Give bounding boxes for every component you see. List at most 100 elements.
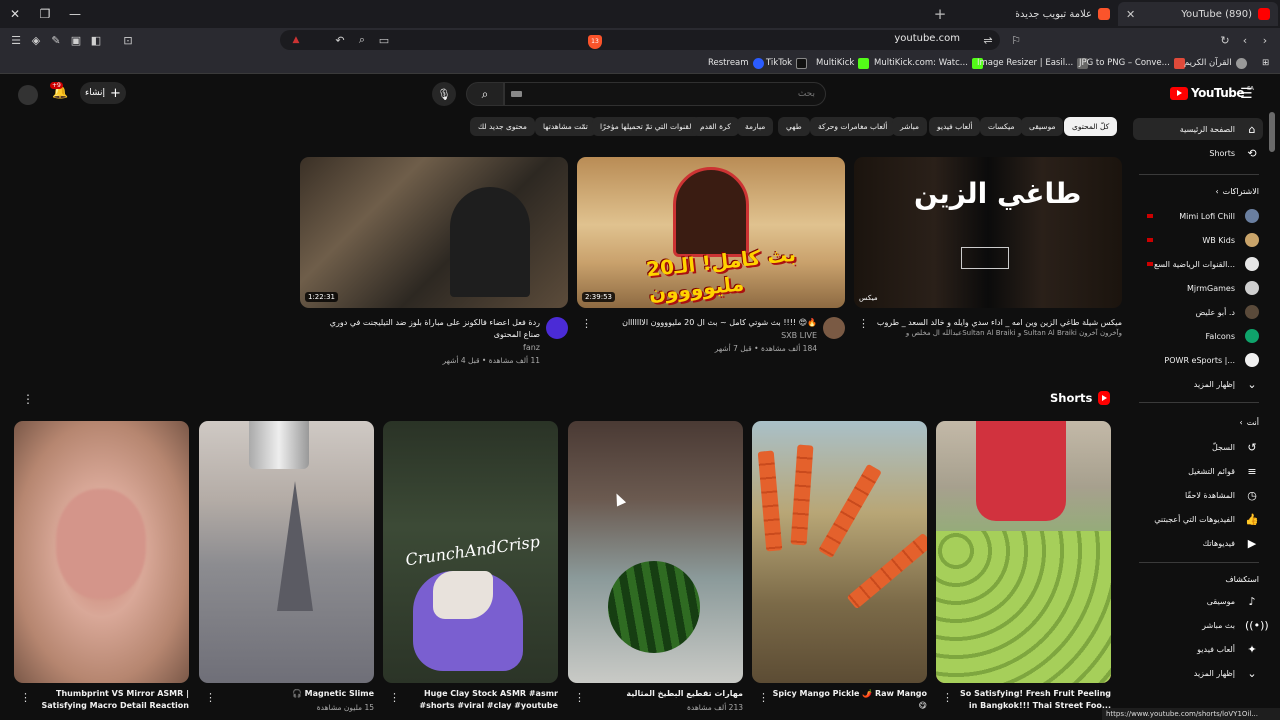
shorts-more-options-icon[interactable]: ⋮ bbox=[22, 392, 34, 406]
short-thumbnail[interactable] bbox=[936, 421, 1111, 683]
short-thumbnail[interactable] bbox=[752, 421, 927, 683]
short-title[interactable]: Huge Clay Stock ASMR #asmr #shorts #vira… bbox=[403, 688, 558, 712]
bookmark-image-resizer[interactable]: Image Resizer | Easil... bbox=[977, 56, 1089, 70]
new-tab-button[interactable]: + bbox=[930, 4, 950, 24]
voice-search-mic-icon[interactable]: 🎙 bbox=[432, 82, 456, 106]
short-card[interactable]: ⋮ So Satisfying! Fresh Fruit Peeling in … bbox=[936, 421, 1111, 720]
share-icon[interactable]: ↶ bbox=[332, 32, 348, 48]
bookmark-tiktok[interactable]: TikTok bbox=[766, 56, 808, 70]
guide-menu-icon[interactable]: ☰ bbox=[1240, 86, 1253, 102]
more-options-icon[interactable]: ⋮ bbox=[20, 691, 31, 704]
bookmark-multikick-watch[interactable]: MultiKick.com: Watc... bbox=[874, 56, 983, 70]
screenshot-icon[interactable]: ⊡ bbox=[120, 32, 136, 48]
sidebar-item-your-videos[interactable]: فيديوهاتك ▶ bbox=[1133, 532, 1263, 554]
more-options-icon[interactable]: ⋮ bbox=[758, 691, 769, 704]
chip-mixes[interactable]: ميكسات bbox=[980, 117, 1023, 136]
video-channel[interactable]: عبدالله ال مخلص وSultan Al Braiki و Sult… bbox=[860, 329, 1122, 337]
tab-youtube[interactable]: (890) YouTube ✕ bbox=[1118, 2, 1278, 26]
video-thumbnail[interactable]: بث كامل! الـ20 مليوووون 2:39:53 bbox=[577, 157, 845, 308]
tab-new-tab[interactable]: علامة تبويب جديدة bbox=[1008, 2, 1118, 26]
video-thumbnail[interactable]: طاغي الزين ميكس bbox=[854, 157, 1122, 308]
short-title[interactable]: Thumbprint VS Mirror ASMR | Satisfying M… bbox=[34, 688, 189, 712]
sidebar-item-wb-kids[interactable]: WB Kids bbox=[1133, 229, 1263, 251]
chip-match[interactable]: مبارمة bbox=[737, 117, 774, 136]
sidebar-toggle-icon[interactable]: ◧ bbox=[88, 32, 104, 48]
forward-icon[interactable]: › bbox=[1257, 32, 1273, 48]
vpn-shield-icon[interactable]: ◈ bbox=[28, 32, 44, 48]
bookmark-jpg-to-png[interactable]: JPG to PNG – Conve... bbox=[1079, 56, 1185, 70]
chip-action-adventure[interactable]: ألعاب مغامرات وحركة bbox=[810, 117, 896, 136]
video-card[interactable]: طاغي الزين ميكس ⋮ ميكس شيلة طاغي الزين و… bbox=[854, 157, 1122, 369]
sidebar-item-home[interactable]: الصفحة الرئيسية ⌂ bbox=[1133, 118, 1263, 140]
restore-window-icon[interactable]: ❐ bbox=[30, 0, 60, 28]
chip-watched[interactable]: تمّت مشاهدتها bbox=[535, 117, 596, 136]
chip-new-for-you[interactable]: محتوى جديد لك bbox=[470, 117, 535, 136]
sidebar-item-abu-olaidh[interactable]: د. أبو عليض bbox=[1133, 301, 1263, 323]
chip-all[interactable]: كلّ المحتوى bbox=[1064, 117, 1118, 136]
url-text[interactable]: youtube.com bbox=[894, 33, 960, 44]
channel-avatar[interactable] bbox=[823, 317, 845, 339]
sidebar-show-more-subs[interactable]: إظهار المزيد ⌄ bbox=[1133, 373, 1263, 395]
reload-icon[interactable]: ↻ bbox=[1217, 32, 1233, 48]
sidebar-item-mimi-lofi[interactable]: Mimi Lofi Chill bbox=[1133, 205, 1263, 227]
bookmark-quran[interactable]: القرآن الكريم bbox=[1184, 56, 1247, 70]
chip-music[interactable]: موسيقى bbox=[1021, 117, 1064, 136]
short-thumbnail[interactable] bbox=[199, 421, 374, 683]
you-heading[interactable]: ‹ أنت bbox=[1133, 413, 1259, 431]
chip-recently-uploaded[interactable]: القنوات التي تمّ تحميلها مؤخرًا bbox=[592, 117, 702, 136]
sidebar-item-history[interactable]: السجلّ ↺ bbox=[1133, 436, 1263, 458]
video-thumbnail[interactable]: 1:22:31 bbox=[300, 157, 568, 308]
rewards-icon[interactable]: ▲ bbox=[288, 32, 304, 48]
short-card[interactable]: CrunchAndCrisp ⋮ Huge Clay Stock ASMR #a… bbox=[383, 421, 558, 720]
back-icon[interactable]: ‹ bbox=[1237, 32, 1253, 48]
more-options-icon[interactable]: ⋮ bbox=[942, 691, 953, 704]
cast-icon[interactable]: ▭ bbox=[376, 32, 392, 48]
bookmark-multikick[interactable]: MultiKick bbox=[816, 56, 870, 70]
short-thumbnail[interactable] bbox=[14, 421, 189, 683]
menu-icon[interactable]: ☰ bbox=[8, 32, 24, 48]
video-channel[interactable]: fanz bbox=[523, 343, 540, 352]
search-input[interactable] bbox=[504, 82, 826, 106]
chip-live[interactable]: مباشر bbox=[892, 117, 927, 136]
subscriptions-heading[interactable]: ‹ الاشتراكات bbox=[1133, 182, 1259, 200]
page-scrollbar[interactable] bbox=[1269, 112, 1275, 682]
sidebar-item-watch-later[interactable]: المشاهدة لاحقًا ◷ bbox=[1133, 484, 1263, 506]
apps-grid-icon[interactable]: ⊞ bbox=[1262, 56, 1269, 70]
sidebar-item-falcons[interactable]: Falcons bbox=[1133, 325, 1263, 347]
video-card[interactable]: بث كامل! الـ20 مليوووون 2:39:53 ⋮ بث شوت… bbox=[577, 157, 845, 369]
channel-avatar[interactable] bbox=[546, 317, 568, 339]
sidebar-item-mjrmgames[interactable]: MjrmGames bbox=[1133, 277, 1263, 299]
sidebar-item-playlists[interactable]: قوائم التشغيل ≡ bbox=[1133, 460, 1263, 482]
extensions-icon[interactable]: ✎ bbox=[48, 32, 64, 48]
short-title[interactable]: 🎧 Magnetic Slime bbox=[219, 688, 374, 700]
search-icon[interactable]: ⌕ bbox=[354, 32, 370, 48]
short-card[interactable]: ⋮ Thumbprint VS Mirror ASMR | Satisfying… bbox=[14, 421, 189, 720]
chip-video-games[interactable]: ألعاب فيديو bbox=[929, 117, 981, 136]
video-title[interactable]: ردة فعل اعضاء فالكونز على مباراة بلوز ضد… bbox=[320, 317, 540, 341]
short-card[interactable]: ⋮ مهارات تقطيع البطيخ المثالية 213 ألف م… bbox=[568, 421, 743, 720]
scrollbar-thumb[interactable] bbox=[1269, 112, 1275, 152]
bookmark-restream[interactable]: Restream bbox=[708, 56, 764, 70]
brave-shields-icon[interactable]: 13 bbox=[588, 35, 602, 49]
minimize-window-icon[interactable]: — bbox=[60, 0, 90, 28]
sidebar-show-more-explore[interactable]: إظهار المزيد ⌄ bbox=[1133, 662, 1263, 684]
more-options-icon[interactable]: ⋮ bbox=[205, 691, 216, 704]
sidebar-item-powr-esports[interactable]: POWR eSports |... bbox=[1133, 349, 1263, 371]
video-title[interactable]: بث شوتي كامل ~ بث ال 20 مليوووون الااااا… bbox=[597, 317, 817, 329]
account-avatar[interactable] bbox=[18, 85, 38, 105]
sidebar-item-music[interactable]: موسيقى ♪ bbox=[1133, 590, 1263, 612]
sidebar-item-sports-channels[interactable]: القنوات الرياضية السع... bbox=[1133, 253, 1263, 275]
short-card[interactable]: ⋮ Spicy Mango Pickle 🌶️ Raw Mango 😋 bbox=[752, 421, 927, 720]
sidebar-item-liked-videos[interactable]: الفيديوهات التي أعجبتني 👍 bbox=[1133, 508, 1263, 530]
video-title[interactable]: ميكس شيلة طاغي الزين وين امه _ اداء سدي … bbox=[860, 317, 1122, 329]
more-options-icon[interactable]: ⋮ bbox=[581, 317, 592, 330]
chip-football[interactable]: كرة القدم bbox=[692, 117, 739, 136]
short-thumbnail[interactable]: CrunchAndCrisp bbox=[383, 421, 558, 683]
search-button[interactable]: ⌕ bbox=[466, 82, 504, 106]
create-button[interactable]: إنشاء + bbox=[80, 82, 126, 104]
keyboard-icon[interactable] bbox=[511, 91, 522, 97]
sidebar-item-live[interactable]: بث مباشر ((•)) bbox=[1133, 614, 1269, 636]
chip-cooking[interactable]: طهي bbox=[778, 117, 810, 136]
bookmark-icon[interactable]: ⚐ bbox=[1008, 32, 1024, 48]
address-bar[interactable]: ▲ 13 ↶ ⌕ ▭ youtube.com ⇌ bbox=[280, 30, 1000, 50]
